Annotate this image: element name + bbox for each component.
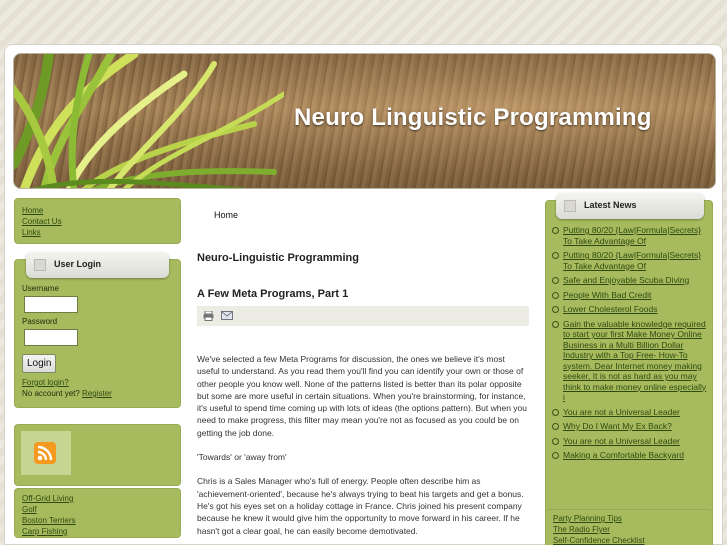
news-item[interactable]: You are not a Universal Leader	[552, 436, 708, 447]
news-item[interactable]: Why Do I Want My Ex Back?	[552, 421, 708, 432]
news-list: Putting 80/20 {Law|Formula|Secrets} To T…	[552, 225, 708, 461]
news-item[interactable]: Making a Comfortable Backyard	[552, 450, 708, 461]
right-sidebar: Latest News Putting 80/20 {Law|Formula|S…	[545, 154, 713, 545]
module-square-icon	[564, 200, 576, 212]
email-icon[interactable]	[221, 311, 233, 320]
username-label: Username	[22, 284, 59, 293]
site-title: Neuro Linguistic Programming	[294, 104, 652, 131]
module-square-icon	[34, 259, 46, 271]
password-input[interactable]	[24, 329, 78, 346]
news-item[interactable]: Lower Cholesterol Foods	[552, 304, 708, 315]
login-button[interactable]: Login	[22, 354, 57, 373]
menu-item-links[interactable]: Links	[22, 227, 173, 238]
link-self-confidence-checklist[interactable]: Self-Confidence Checklist	[553, 535, 705, 545]
article-toolbar	[197, 306, 529, 326]
register-link[interactable]: Register	[82, 389, 112, 398]
news-item[interactable]: Putting 80/20 {Law|Formula|Secrets} To T…	[552, 225, 708, 246]
link-party-planning-tips[interactable]: Party Planning Tips	[553, 513, 705, 524]
latest-news-module: Latest News Putting 80/20 {Law|Formula|S…	[545, 193, 713, 544]
menu-item-off-grid-living[interactable]: Off-Grid Living	[22, 493, 173, 504]
article-subheading: 'Towards' or 'away from'	[197, 452, 287, 463]
article-paragraph: Chris is a Sales Manager who's full of e…	[197, 476, 524, 536]
section-title: Neuro-Linguistic Programming	[197, 252, 359, 264]
forgot-login-link[interactable]: Forgot login?	[22, 377, 173, 388]
left-sidebar: Home Contact Us Links User Login Usernam…	[14, 154, 181, 538]
username-input[interactable]	[24, 296, 78, 313]
rss-feed-button[interactable]	[21, 431, 71, 475]
print-icon[interactable]	[203, 311, 214, 321]
login-module: User Login Username Password Login Forgo…	[14, 252, 181, 408]
main-content: Home Neuro-Linguistic Programming A Few …	[197, 154, 529, 545]
article-body: We've selected a few Meta Programs for d…	[197, 353, 529, 537]
latest-news-header: Latest News	[556, 193, 704, 219]
menu-item-contact-us[interactable]: Contact Us	[22, 216, 173, 227]
news-item[interactable]: You are not a Universal Leader	[552, 407, 708, 418]
news-item[interactable]: Gain the valuable knowledge required to …	[552, 319, 708, 403]
news-item[interactable]: Safe and Enjoyable Scuba Diving	[552, 275, 708, 286]
breadcrumb[interactable]: Home	[214, 210, 529, 220]
article-paragraph: We've selected a few Meta Programs for d…	[197, 354, 527, 438]
rss-module	[14, 424, 181, 486]
other-menu: Off-Grid Living Golf Boston Terriers Car…	[14, 488, 181, 538]
news-item[interactable]: Putting 80/20 {Law|Formula|Secrets} To T…	[552, 250, 708, 271]
login-title: User Login	[54, 259, 102, 269]
menu-item-golf[interactable]: Golf	[22, 504, 173, 515]
no-account-text: No account yet?	[22, 389, 80, 398]
password-label: Password	[22, 317, 58, 326]
menu-item-boston-terriers[interactable]: Boston Terriers	[22, 515, 173, 526]
news-item[interactable]: People With Bad Credit	[552, 290, 708, 301]
menu-item-carp-fishing[interactable]: Carp Fishing	[22, 526, 173, 537]
right-links-module: Party Planning Tips The Radio Flyer Self…	[545, 509, 713, 545]
latest-news-title: Latest News	[584, 200, 637, 210]
main-menu: Home Contact Us Links	[14, 198, 181, 244]
rss-icon	[34, 442, 56, 464]
menu-item-home[interactable]: Home	[22, 205, 173, 216]
article-title: A Few Meta Programs, Part 1	[197, 288, 349, 300]
link-the-radio-flyer[interactable]: The Radio Flyer	[553, 524, 705, 535]
login-module-header: User Login	[26, 252, 169, 278]
